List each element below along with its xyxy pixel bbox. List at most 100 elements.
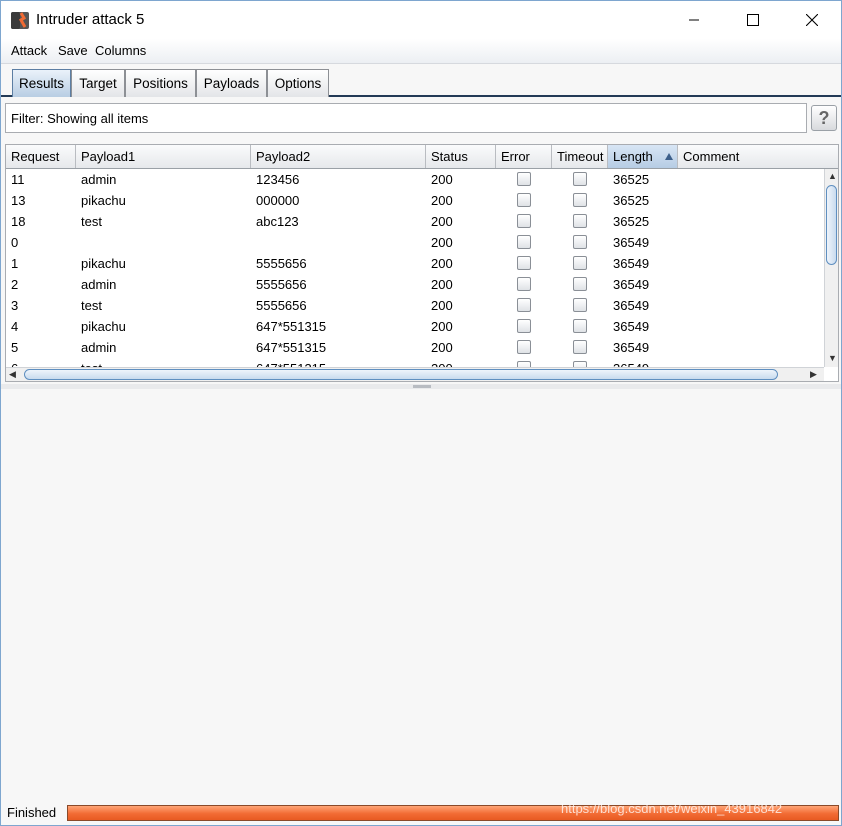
cell-length: 36549: [613, 235, 650, 250]
cell-request: 18: [11, 214, 26, 229]
table-row[interactable]: 18 test abc123 200 36525: [6, 211, 824, 232]
error-checkbox[interactable]: [517, 340, 531, 354]
column-header-length[interactable]: Length: [608, 145, 678, 168]
tab-options[interactable]: Options: [267, 69, 329, 97]
cell-length: 36549: [613, 277, 650, 292]
scroll-right-icon[interactable]: ▶: [810, 369, 817, 380]
horizontal-scroll-thumb[interactable]: [24, 369, 778, 380]
cell-payload1: test: [81, 214, 102, 229]
scroll-down-icon[interactable]: ▼: [828, 353, 837, 363]
column-header-timeout[interactable]: Timeout: [552, 145, 608, 168]
cell-request: 11: [11, 172, 25, 187]
table-row[interactable]: 4 pikachu 647*551315 200 36549: [6, 316, 824, 337]
timeout-checkbox[interactable]: [573, 319, 587, 333]
cell-status: 200: [431, 235, 453, 250]
cell-length: 36525: [613, 172, 650, 187]
progress-fill: [68, 806, 838, 820]
burp-app-icon: [11, 12, 29, 29]
column-header-payload2[interactable]: Payload2: [251, 145, 426, 168]
timeout-checkbox[interactable]: [573, 340, 587, 354]
progress-bar: [67, 805, 839, 821]
menu-columns[interactable]: Columns: [95, 43, 146, 58]
timeout-checkbox[interactable]: [573, 214, 587, 228]
table-row[interactable]: 0 200 36549: [6, 232, 824, 253]
tab-positions[interactable]: Positions: [125, 69, 196, 97]
vertical-scroll-thumb[interactable]: [826, 185, 837, 265]
error-checkbox[interactable]: [517, 193, 531, 207]
horizontal-scrollbar[interactable]: ◀ ▶: [6, 367, 824, 381]
column-header-payload1[interactable]: Payload1: [76, 145, 251, 168]
cell-payload1: test: [81, 298, 102, 313]
cell-payload1: pikachu: [81, 319, 126, 334]
cell-status: 200: [431, 193, 453, 208]
cell-request: 5: [11, 340, 19, 355]
cell-payload2: 000000: [256, 193, 300, 208]
table-row[interactable]: 11 admin 123456 200 36525: [6, 169, 824, 190]
cell-request: 13: [11, 193, 26, 208]
scroll-up-icon[interactable]: ▲: [828, 171, 837, 181]
table-row[interactable]: 5 admin 647*551315 200 36549: [6, 337, 824, 358]
error-checkbox[interactable]: [517, 256, 531, 270]
timeout-checkbox[interactable]: [573, 193, 587, 207]
cell-payload1: pikachu: [81, 193, 126, 208]
timeout-checkbox[interactable]: [573, 298, 587, 312]
cell-length: 36525: [613, 193, 650, 208]
title-bar[interactable]: Intruder attack 5: [1, 1, 841, 39]
timeout-checkbox[interactable]: [573, 277, 587, 291]
status-text: Finished: [7, 805, 57, 820]
error-checkbox[interactable]: [517, 298, 531, 312]
cell-payload2: 5555656: [256, 256, 307, 271]
close-button[interactable]: [783, 1, 841, 39]
table-row[interactable]: 13 pikachu 000000 200 36525: [6, 190, 824, 211]
sort-ascending-icon: [665, 153, 673, 160]
column-header-error[interactable]: Error: [496, 145, 552, 168]
minimize-icon: [689, 19, 699, 21]
error-checkbox[interactable]: [517, 214, 531, 228]
vertical-scrollbar[interactable]: ▲ ▼: [824, 169, 838, 367]
tab-target[interactable]: Target: [71, 69, 125, 97]
timeout-checkbox[interactable]: [573, 256, 587, 270]
menu-bar: Attack Save Columns: [1, 39, 841, 64]
splitter-grip[interactable]: [413, 385, 431, 388]
cell-status: 200: [431, 277, 453, 292]
intruder-window: Intruder attack 5 Attack Save Columns Re…: [0, 0, 842, 826]
menu-attack[interactable]: Attack: [11, 43, 47, 58]
tab-results[interactable]: Results: [12, 69, 71, 97]
filter-bar[interactable]: Filter: Showing all items: [5, 103, 807, 133]
menu-save[interactable]: Save: [58, 43, 88, 58]
table-row[interactable]: 6test647*55131520036549: [6, 358, 824, 367]
cell-request: 2: [11, 277, 19, 292]
cell-request: 3: [11, 298, 19, 313]
column-header-status[interactable]: Status: [426, 145, 496, 168]
timeout-checkbox[interactable]: [573, 235, 587, 249]
error-checkbox[interactable]: [517, 319, 531, 333]
cell-payload1: pikachu: [81, 256, 126, 271]
cell-payload2: abc123: [256, 214, 299, 229]
cell-length: 36549: [613, 256, 650, 271]
table-row[interactable]: 3 test 5555656 200 36549: [6, 295, 824, 316]
window-title: Intruder attack 5: [36, 11, 145, 28]
cell-payload1: admin: [81, 172, 117, 187]
column-header-request[interactable]: Request: [6, 145, 76, 168]
scroll-left-icon[interactable]: ◀: [9, 369, 16, 380]
column-header-comment[interactable]: Comment: [678, 145, 838, 168]
timeout-checkbox[interactable]: [573, 172, 587, 186]
table-row[interactable]: 2 admin 5555656 200 36549: [6, 274, 824, 295]
cell-length: 36549: [613, 340, 650, 355]
tab-payloads[interactable]: Payloads: [196, 69, 267, 97]
cell-request: 4: [11, 319, 19, 334]
error-checkbox[interactable]: [517, 277, 531, 291]
minimize-button[interactable]: [665, 1, 723, 39]
help-button[interactable]: ?: [811, 105, 837, 131]
cell-payload2: 5555656: [256, 277, 307, 292]
request-response-pane: [1, 389, 841, 799]
cell-status: 200: [431, 298, 453, 313]
maximize-button[interactable]: [724, 1, 782, 39]
error-checkbox[interactable]: [517, 235, 531, 249]
cell-payload2: 5555656: [256, 298, 307, 313]
cell-status: 200: [431, 256, 453, 271]
cell-payload2: 647*551315: [256, 340, 327, 355]
error-checkbox[interactable]: [517, 172, 531, 186]
cell-status: 200: [431, 319, 453, 334]
table-row[interactable]: 1 pikachu 5555656 200 36549: [6, 253, 824, 274]
